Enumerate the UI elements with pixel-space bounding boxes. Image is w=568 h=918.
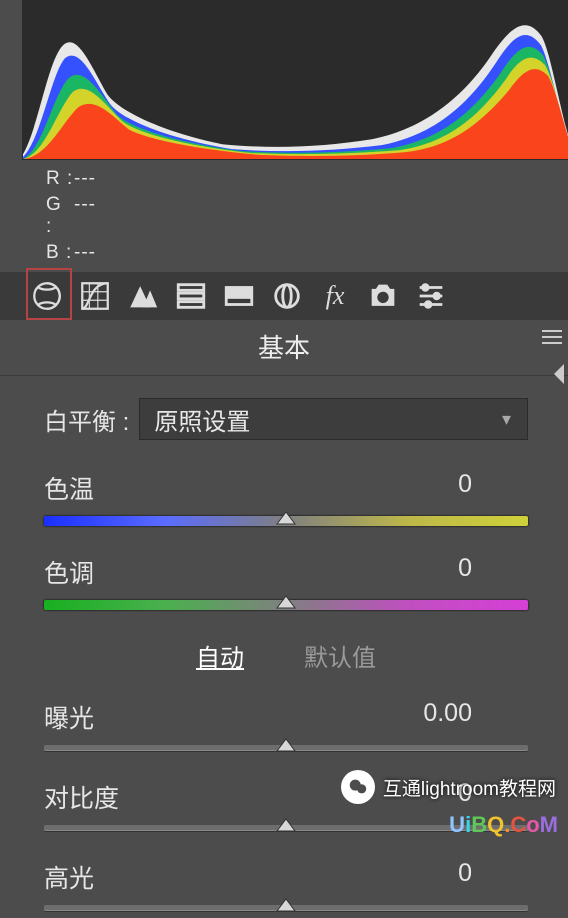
tint-track[interactable] bbox=[44, 600, 528, 610]
r-label: R : bbox=[46, 168, 74, 190]
detail-icon[interactable] bbox=[126, 279, 160, 313]
rgb-readout: R :--- G :--- B :--- bbox=[46, 168, 568, 264]
temperature-thumb[interactable] bbox=[275, 508, 297, 526]
tint-thumb[interactable] bbox=[275, 592, 297, 610]
contrast-thumb[interactable] bbox=[275, 815, 297, 833]
white-balance-select[interactable]: 原照设置 ▾ bbox=[139, 398, 528, 440]
temperature-track[interactable] bbox=[44, 516, 528, 526]
auto-default-row: 自动 默认值 bbox=[44, 638, 528, 673]
collapse-arrow-icon[interactable] bbox=[550, 362, 566, 386]
exposure-thumb[interactable] bbox=[275, 735, 297, 753]
watermark-text: 互通lightroom教程网 bbox=[383, 774, 556, 801]
fx-icon[interactable]: fx bbox=[318, 279, 352, 313]
g-value: --- bbox=[74, 194, 96, 238]
exposure-slider: 曝光 0.00 bbox=[44, 699, 528, 751]
contrast-label: 对比度 bbox=[44, 779, 119, 815]
hsl-icon[interactable] bbox=[174, 279, 208, 313]
lens-icon[interactable] bbox=[270, 279, 304, 313]
temperature-slider: 色温 0 bbox=[44, 470, 528, 526]
exposure-value[interactable]: 0.00 bbox=[423, 699, 472, 735]
presets-icon[interactable] bbox=[414, 279, 448, 313]
highlights-label: 高光 bbox=[44, 859, 94, 895]
b-value: --- bbox=[74, 242, 96, 264]
tint-slider: 色调 0 bbox=[44, 554, 528, 610]
temperature-label: 色温 bbox=[44, 470, 94, 506]
chevron-down-icon: ▾ bbox=[502, 409, 511, 430]
split-tone-icon[interactable] bbox=[222, 279, 256, 313]
highlights-value[interactable]: 0 bbox=[458, 859, 472, 895]
watermark: 互通lightroom教程网 bbox=[341, 770, 556, 804]
temperature-value[interactable]: 0 bbox=[458, 470, 472, 506]
auto-button[interactable]: 自动 bbox=[196, 638, 244, 673]
histogram[interactable] bbox=[22, 0, 568, 160]
site-logo: UiBQ.CoM bbox=[449, 812, 558, 838]
panel-header: 基本 bbox=[0, 320, 568, 376]
g-label: G : bbox=[46, 194, 74, 238]
panel-title: 基本 bbox=[258, 333, 310, 363]
camera-icon[interactable] bbox=[366, 279, 400, 313]
highlights-thumb[interactable] bbox=[275, 895, 297, 913]
b-label: B : bbox=[46, 242, 74, 264]
tint-value[interactable]: 0 bbox=[458, 554, 472, 590]
white-balance-row: 白平衡 : 原照设置 ▾ bbox=[44, 398, 528, 440]
tint-label: 色调 bbox=[44, 554, 94, 590]
exposure-label: 曝光 bbox=[44, 699, 94, 735]
highlights-slider: 高光 0 bbox=[44, 859, 528, 911]
highlights-track[interactable] bbox=[44, 905, 528, 911]
white-balance-value: 原照设置 bbox=[154, 402, 250, 437]
r-value: --- bbox=[74, 168, 96, 190]
default-button[interactable]: 默认值 bbox=[304, 638, 376, 673]
curve-icon[interactable] bbox=[78, 279, 112, 313]
tool-tabs: fx bbox=[0, 272, 568, 320]
panel-menu-icon[interactable] bbox=[542, 330, 562, 344]
basic-icon[interactable] bbox=[30, 279, 64, 313]
white-balance-label: 白平衡 : bbox=[44, 402, 129, 437]
wechat-icon bbox=[341, 770, 375, 804]
exposure-track[interactable] bbox=[44, 745, 528, 751]
